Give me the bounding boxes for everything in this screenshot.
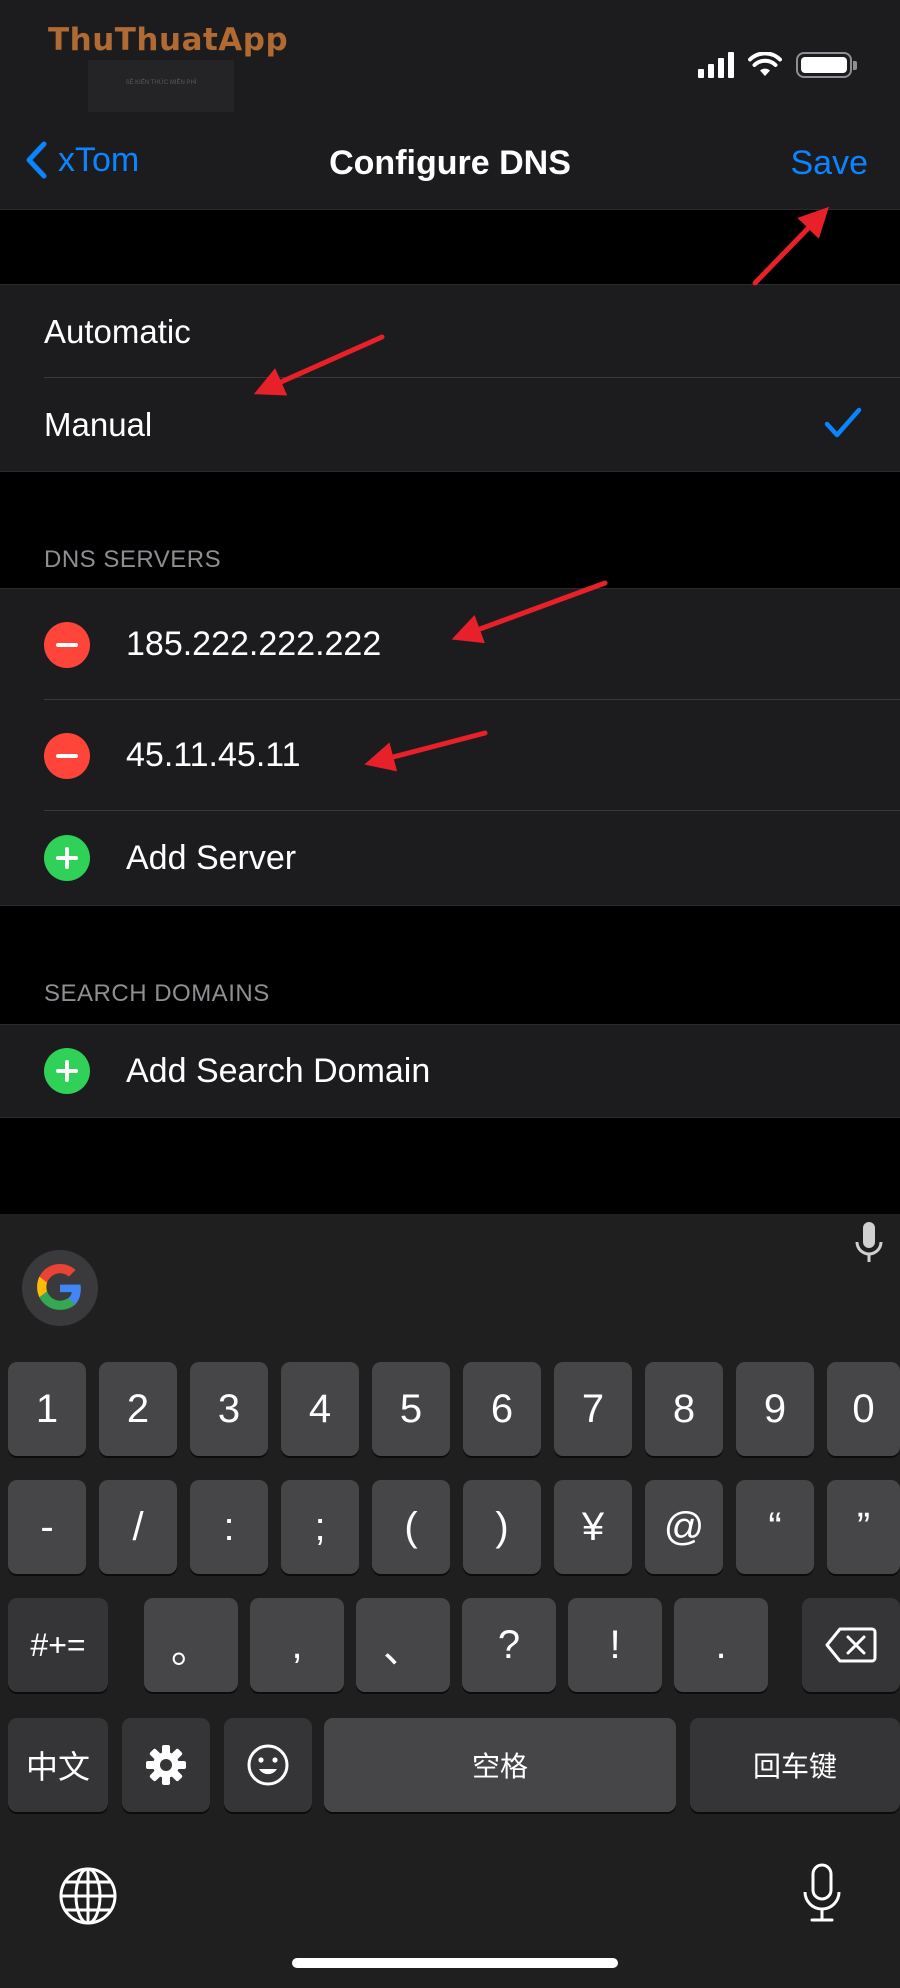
key-exclamation[interactable]: ! <box>568 1598 662 1692</box>
space-key[interactable]: 空格 <box>324 1718 676 1812</box>
microphone-icon[interactable] <box>854 1220 884 1268</box>
key-9[interactable]: 9 <box>736 1362 814 1456</box>
key-period[interactable]: . <box>674 1598 768 1692</box>
key-slash[interactable]: / <box>99 1480 177 1574</box>
key-ideographic-period[interactable]: 。 <box>144 1598 238 1692</box>
option-manual-label: Manual <box>44 405 153 443</box>
navigation-bar: xTom Configure DNS Save <box>0 120 900 210</box>
symbols-toggle-key[interactable]: #+= <box>8 1598 108 1692</box>
annotation-arrow-save <box>752 206 829 286</box>
key-2[interactable]: 2 <box>99 1362 177 1456</box>
key-6[interactable]: 6 <box>463 1362 541 1456</box>
emoji-key[interactable] <box>224 1718 312 1812</box>
key-open-paren[interactable]: ( <box>372 1480 450 1574</box>
delete-key[interactable] <box>802 1598 900 1692</box>
watermark-brand: ThuThuatApp <box>48 22 289 58</box>
page-title: Configure DNS <box>329 144 571 182</box>
dns-server-row[interactable]: 45.11.45.11 <box>0 700 900 811</box>
add-search-domain-label: Add Search Domain <box>126 1051 431 1090</box>
search-domains-group: Add Search Domain <box>0 1024 900 1118</box>
add-icon <box>44 835 90 881</box>
wifi-icon <box>748 52 782 76</box>
google-icon[interactable] <box>22 1250 98 1326</box>
backspace-icon <box>825 1627 877 1663</box>
remove-icon[interactable] <box>44 732 90 779</box>
key-8[interactable]: 8 <box>645 1362 723 1456</box>
add-server-label: Add Server <box>126 838 297 877</box>
key-4[interactable]: 4 <box>281 1362 359 1456</box>
remove-icon[interactable] <box>44 621 90 668</box>
search-domains-header: SEARCH DOMAINS <box>44 980 270 1007</box>
checkmark-icon <box>824 407 862 438</box>
globe-icon[interactable] <box>58 1866 118 1926</box>
key-colon[interactable]: : <box>190 1480 268 1574</box>
save-button[interactable]: Save <box>791 144 869 183</box>
key-0[interactable]: 0 <box>827 1362 900 1456</box>
dns-server-value[interactable]: 185.222.222.222 <box>126 625 381 664</box>
status-icons <box>698 52 857 78</box>
key-1[interactable]: 1 <box>8 1362 86 1456</box>
option-automatic-label: Automatic <box>44 312 191 350</box>
key-7[interactable]: 7 <box>554 1362 632 1456</box>
key-comma[interactable]: , <box>250 1598 344 1692</box>
home-indicator <box>292 1958 618 1968</box>
battery-icon <box>796 52 857 78</box>
key-open-quote[interactable]: “ <box>736 1480 814 1574</box>
settings-key[interactable] <box>122 1718 210 1812</box>
option-manual[interactable]: Manual <box>0 378 900 471</box>
key-3[interactable]: 3 <box>190 1362 268 1456</box>
option-automatic[interactable]: Automatic <box>0 285 900 378</box>
emoji-icon <box>247 1744 289 1786</box>
watermark-tagline: SẺ KIẾN THỨC MIỄN PHÍ <box>88 60 234 112</box>
gear-icon <box>146 1745 186 1785</box>
key-ideographic-comma[interactable]: 、 <box>356 1598 450 1692</box>
return-key[interactable]: 回车键 <box>690 1718 900 1812</box>
google-logo-icon <box>37 1264 81 1310</box>
key-semicolon[interactable]: ; <box>281 1480 359 1574</box>
language-toggle-key[interactable]: 中文 <box>8 1718 108 1812</box>
add-server-button[interactable]: Add Server <box>0 811 900 905</box>
dns-servers-header: DNS SERVERS <box>44 546 222 573</box>
key-close-quote[interactable]: ” <box>827 1480 900 1574</box>
dns-mode-group: Automatic Manual <box>0 284 900 472</box>
add-icon <box>44 1048 90 1094</box>
status-bar: ThuThuatApp SẺ KIẾN THỨC MIỄN PHÍ <box>0 0 900 120</box>
key-at[interactable]: @ <box>645 1480 723 1574</box>
key-question[interactable]: ? <box>462 1598 556 1692</box>
key-5[interactable]: 5 <box>372 1362 450 1456</box>
key-close-paren[interactable]: ) <box>463 1480 541 1574</box>
dns-servers-group: 185.222.222.222 45.11.45.11 Add Server <box>0 588 900 906</box>
dns-server-value[interactable]: 45.11.45.11 <box>126 736 301 775</box>
cellular-signal-icon <box>698 52 734 78</box>
keyboard-toolbar <box>0 1214 900 1344</box>
dns-server-row[interactable]: 185.222.222.222 <box>0 589 900 700</box>
dictation-microphone-icon[interactable] <box>800 1862 844 1926</box>
keyboard: 1 2 3 4 5 6 7 8 9 0 - / : ; ( ) ¥ @ “ ” … <box>0 1214 900 1988</box>
key-yen[interactable]: ¥ <box>554 1480 632 1574</box>
key-hyphen[interactable]: - <box>8 1480 86 1574</box>
watermark-logo: ThuThuatApp SẺ KIẾN THỨC MIỄN PHÍ <box>48 22 289 112</box>
add-search-domain-button[interactable]: Add Search Domain <box>0 1025 900 1117</box>
